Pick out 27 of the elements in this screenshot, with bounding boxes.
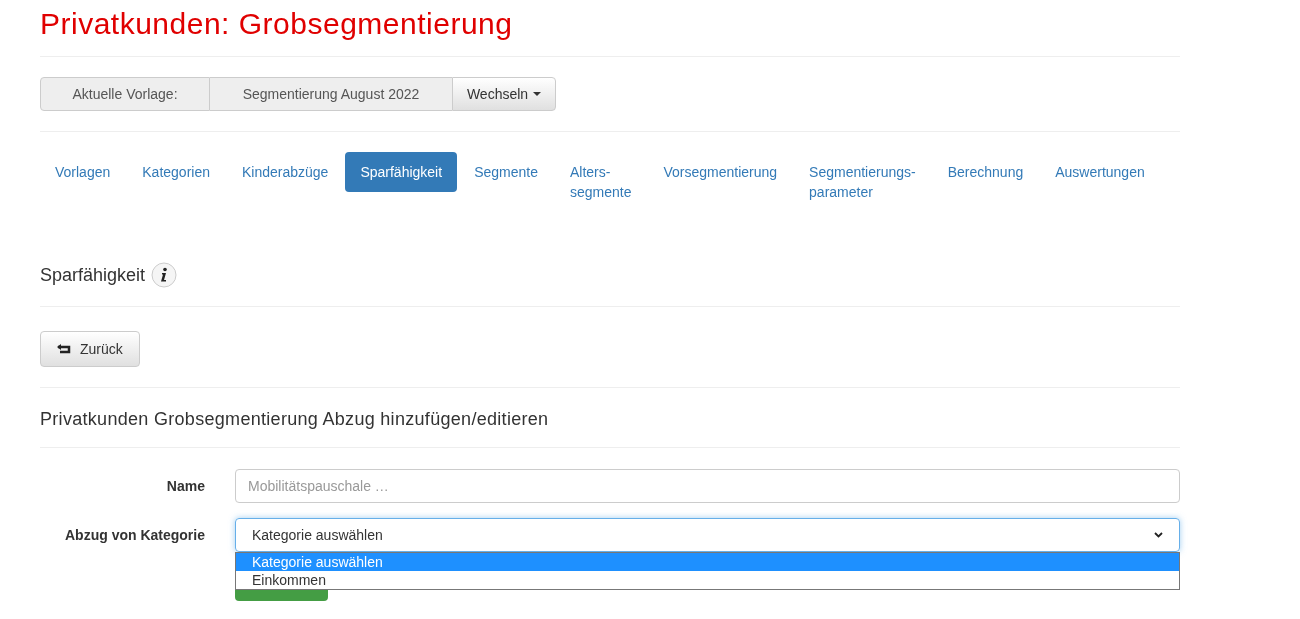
nav-tab[interactable]: Vorlagen — [40, 152, 126, 192]
nav-tab[interactable]: Sparfähigkeit — [345, 152, 458, 192]
back-button[interactable]: Zurück — [40, 331, 140, 367]
nav-tab[interactable]: Segmente — [459, 152, 553, 192]
info-icon[interactable] — [151, 262, 178, 288]
switch-dropdown-button[interactable]: Wechseln — [452, 77, 556, 111]
template-value: Segmentierung August 2022 — [210, 77, 452, 111]
field-label: Name — [165, 476, 205, 496]
chevron-down-icon — [1154, 532, 1163, 538]
form-title: Privatkunden Grobsegmentierung Abzug hinzufügen/editieren — [40, 408, 550, 428]
name-field[interactable]: Mobilitätspauschale … — [235, 469, 1180, 503]
dropdown-option[interactable]: Einkommen — [236, 571, 1179, 589]
category-select[interactable]: Kategorie auswählen — [235, 518, 1180, 552]
nav-tab[interactable]: Segmentierungs- parameter — [794, 152, 931, 212]
nav-tab[interactable]: Alters- segmente — [554, 152, 647, 212]
field-label: Abzug von Kategorie — [64, 525, 205, 545]
nav-tab[interactable]: Kategorien — [127, 152, 225, 192]
nav-tab[interactable]: Auswertungen — [1040, 152, 1160, 192]
nav-tab[interactable]: Berechnung — [932, 152, 1039, 192]
template-label: Aktuelle Vorlage: — [40, 77, 210, 111]
nav-tab[interactable]: Kinderabzüge — [227, 152, 344, 192]
dropdown-option[interactable]: Kategorie auswählen — [236, 553, 1179, 571]
page-title: Privatkunden: Grobsegmentierung — [40, 6, 514, 42]
section-title: Sparfähigkeit — [40, 263, 146, 287]
nav-tab[interactable]: Vorsegmentierung — [648, 152, 793, 192]
caret-icon — [533, 92, 542, 96]
return-arrow-icon — [57, 343, 72, 355]
